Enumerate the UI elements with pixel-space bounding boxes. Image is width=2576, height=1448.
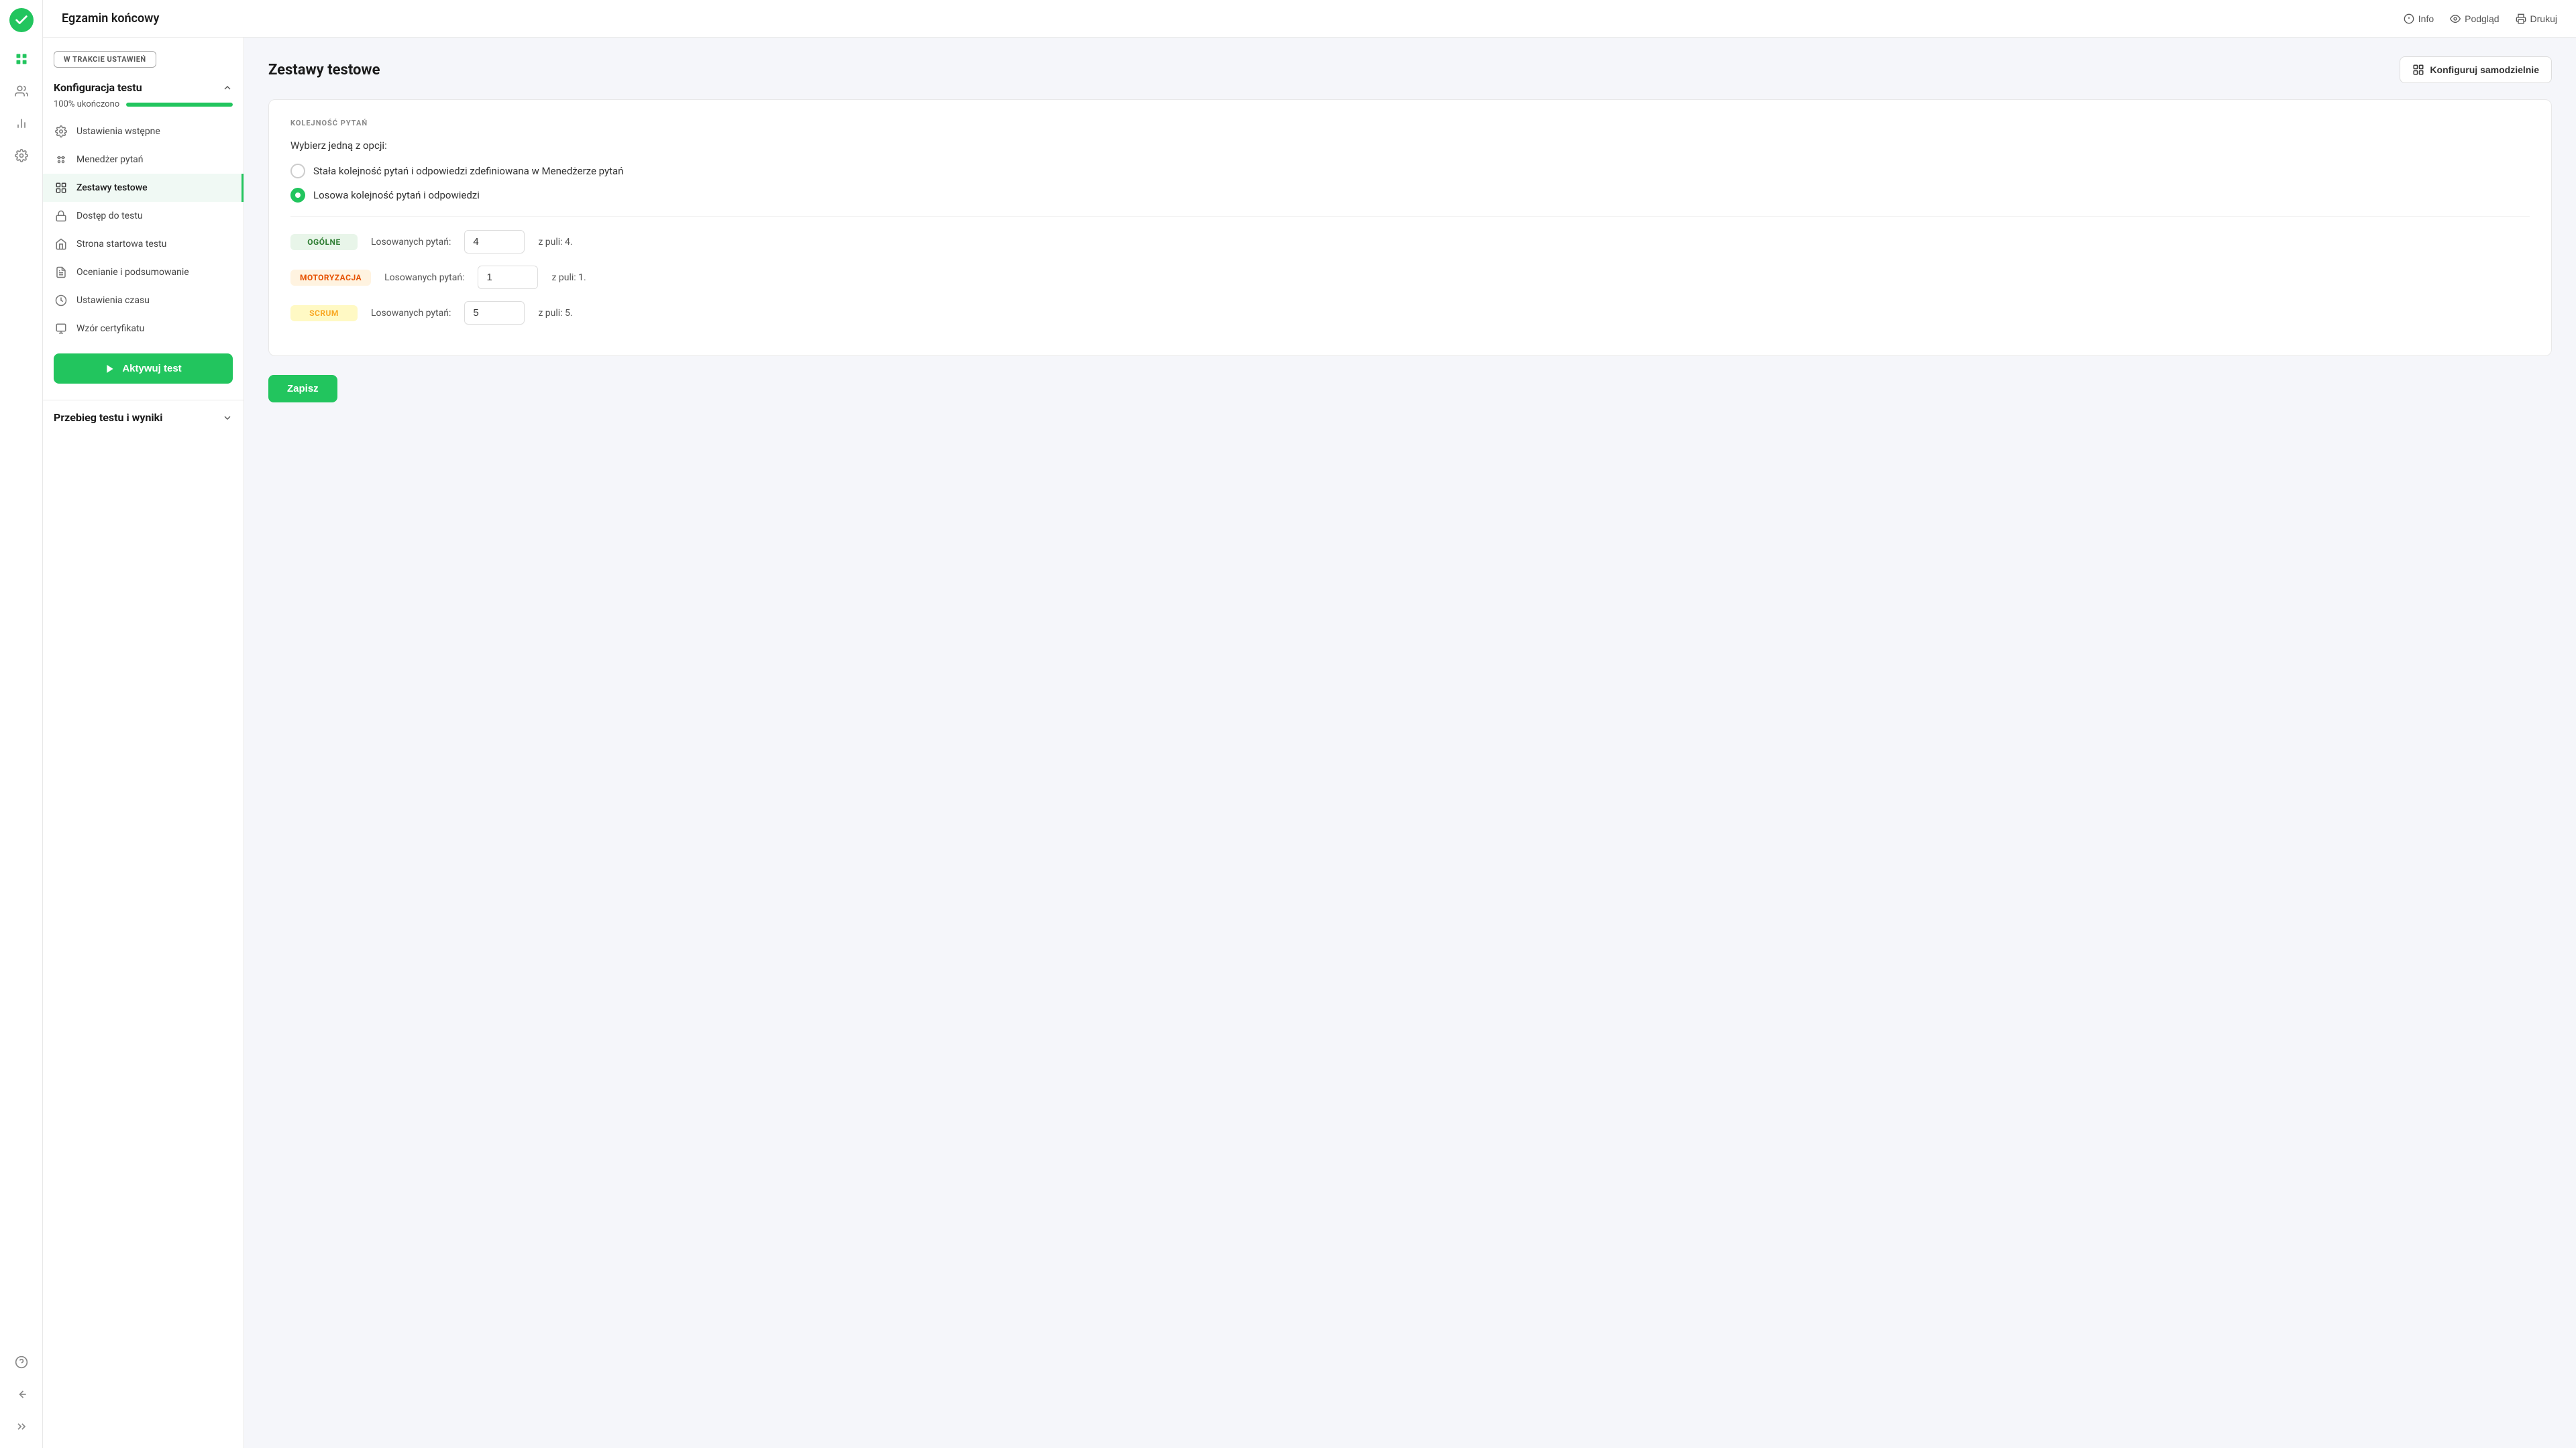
preview-btn-label: Podgląd bbox=[2465, 13, 2499, 24]
sidebar-item-wzor-certyfikatu[interactable]: Wzór certyfikatu bbox=[43, 315, 244, 343]
chevron-down-icon bbox=[222, 412, 233, 423]
choose-label: Wybierz jedną z opcji: bbox=[290, 140, 2530, 152]
chevron-up-icon bbox=[222, 82, 233, 93]
play-icon bbox=[105, 364, 115, 374]
eye-icon bbox=[2450, 13, 2461, 24]
dostep-icon bbox=[54, 209, 68, 223]
category-row-ogolne: OGÓLNE Losowanych pytań: z puli: 4. bbox=[290, 230, 2530, 254]
radio-losowa-label: Losowa kolejność pytań i odpowiedzi bbox=[313, 189, 480, 201]
rail-chart-icon[interactable] bbox=[8, 110, 35, 137]
certyfikat-icon bbox=[54, 321, 68, 336]
category-row-scrum: SCRUM Losowanych pytań: z puli: 5. bbox=[290, 301, 2530, 325]
print-btn-label: Drukuj bbox=[2530, 13, 2557, 24]
preview-button[interactable]: Podgląd bbox=[2450, 13, 2499, 24]
rail-back-icon[interactable] bbox=[8, 1381, 35, 1408]
content-area: W TRAKCIE USTAWIEŃ Konfiguracja testu 10… bbox=[43, 38, 2576, 1448]
ustawienia-icon bbox=[54, 124, 68, 139]
category-row-motoryzacja: MOTORYZACJA Losowanych pytań: z puli: 1. bbox=[290, 266, 2530, 289]
content-card: KOLEJNOŚĆ PYTAŃ Wybierz jedną z opcji: S… bbox=[268, 99, 2552, 356]
rail-grid-icon[interactable] bbox=[8, 46, 35, 72]
section-label: KOLEJNOŚĆ PYTAŃ bbox=[290, 119, 2530, 127]
rail-users-icon[interactable] bbox=[8, 78, 35, 105]
sidebar: W TRAKCIE USTAWIEŃ Konfiguracja testu 10… bbox=[43, 38, 244, 1448]
ogolne-input[interactable] bbox=[464, 230, 525, 254]
badge-scrum: SCRUM bbox=[290, 305, 358, 321]
scrum-input[interactable] bbox=[464, 301, 525, 325]
print-button[interactable]: Drukuj bbox=[2516, 13, 2557, 24]
icon-rail bbox=[0, 0, 43, 1448]
strona-label: Strona startowa testu bbox=[76, 239, 166, 249]
strona-icon bbox=[54, 237, 68, 252]
czas-icon bbox=[54, 293, 68, 308]
configure-btn-label: Konfiguruj samodzielnie bbox=[2430, 64, 2539, 75]
main-wrapper: Egzamin końcowy Info Podgląd bbox=[43, 0, 2576, 1448]
activate-btn-label: Aktywuj test bbox=[122, 363, 181, 374]
sidebar-item-dostep[interactable]: Dostęp do testu bbox=[43, 202, 244, 230]
ogolne-row-label: Losowanych pytań: bbox=[371, 237, 451, 247]
ocenianie-label: Ocenianie i podsumowanie bbox=[76, 267, 189, 278]
konfiguracja-section-header[interactable]: Konfiguracja testu bbox=[43, 76, 244, 97]
radio-stala[interactable]: Stała kolejność pytań i odpowiedzi zdefi… bbox=[290, 164, 2530, 178]
konfiguracja-title: Konfiguracja testu bbox=[54, 81, 142, 94]
activate-test-button[interactable]: Aktywuj test bbox=[54, 353, 233, 384]
badge-ogolne: OGÓLNE bbox=[290, 234, 358, 250]
info-icon bbox=[2404, 13, 2414, 24]
sidebar-item-ustawienia-czasu[interactable]: Ustawienia czasu bbox=[43, 286, 244, 315]
printer-icon bbox=[2516, 13, 2526, 24]
zestawy-icon bbox=[54, 180, 68, 195]
menedzer-icon bbox=[54, 152, 68, 167]
zestawy-label: Zestawy testowe bbox=[76, 182, 148, 193]
sidebar-item-ocenianie[interactable]: Ocenianie i podsumowanie bbox=[43, 258, 244, 286]
scrum-row-label: Losowanych pytań: bbox=[371, 308, 451, 319]
progress-bar-bg bbox=[126, 103, 233, 107]
progress-bar-fill bbox=[126, 103, 233, 107]
header-actions: Info Podgląd Drukuj bbox=[2404, 13, 2557, 24]
certyfikat-label: Wzór certyfikatu bbox=[76, 323, 144, 334]
ogolne-pool: z puli: 4. bbox=[538, 237, 572, 247]
przebieg-section-header[interactable]: Przebieg testu i wyniki bbox=[43, 400, 244, 429]
progress-row: 100% ukończono bbox=[43, 97, 244, 117]
configure-self-button[interactable]: Konfiguruj samodzielnie bbox=[2400, 56, 2552, 83]
status-badge: W TRAKCIE USTAWIEŃ bbox=[54, 51, 156, 68]
info-btn-label: Info bbox=[2418, 13, 2434, 24]
info-button[interactable]: Info bbox=[2404, 13, 2434, 24]
rail-expand-icon[interactable] bbox=[8, 1413, 35, 1440]
page-header: Zestawy testowe Konfiguruj samodzielnie bbox=[268, 56, 2552, 83]
sidebar-item-ustawienia-wstepne[interactable]: Ustawienia wstępne bbox=[43, 117, 244, 146]
czas-label: Ustawienia czasu bbox=[76, 295, 150, 306]
menedzer-label: Menedżer pytań bbox=[76, 154, 144, 165]
header-title: Egzamin końcowy bbox=[62, 11, 159, 25]
ocenianie-icon bbox=[54, 265, 68, 280]
badge-motoryzacja: MOTORYZACJA bbox=[290, 270, 371, 286]
motoryzacja-input[interactable] bbox=[478, 266, 538, 289]
radio-losowa-circle[interactable] bbox=[290, 188, 305, 203]
motoryzacja-row-label: Losowanych pytań: bbox=[384, 272, 464, 283]
progress-label: 100% ukończono bbox=[54, 99, 119, 109]
page-title: Zestawy testowe bbox=[268, 62, 380, 78]
radio-losowa[interactable]: Losowa kolejność pytań i odpowiedzi bbox=[290, 188, 2530, 203]
divider bbox=[290, 216, 2530, 217]
save-button[interactable]: Zapisz bbox=[268, 375, 337, 402]
top-header: Egzamin końcowy Info Podgląd bbox=[43, 0, 2576, 38]
app-logo[interactable] bbox=[9, 8, 34, 32]
rail-gear-icon[interactable] bbox=[8, 142, 35, 169]
przebieg-title: Przebieg testu i wyniki bbox=[54, 411, 162, 424]
configure-icon bbox=[2412, 64, 2424, 76]
main-content: Zestawy testowe Konfiguruj samodzielnie … bbox=[244, 38, 2576, 1448]
ustawienia-label: Ustawienia wstępne bbox=[76, 126, 160, 137]
radio-stala-label: Stała kolejność pytań i odpowiedzi zdefi… bbox=[313, 165, 623, 177]
radio-stala-circle[interactable] bbox=[290, 164, 305, 178]
sidebar-item-zestawy-testowe[interactable]: Zestawy testowe bbox=[43, 174, 244, 202]
rail-help-icon[interactable] bbox=[8, 1349, 35, 1376]
sidebar-item-strona-startowa[interactable]: Strona startowa testu bbox=[43, 230, 244, 258]
dostep-label: Dostęp do testu bbox=[76, 211, 143, 221]
scrum-pool: z puli: 5. bbox=[538, 308, 572, 319]
motoryzacja-pool: z puli: 1. bbox=[551, 272, 586, 283]
sidebar-item-menedzer-pytan[interactable]: Menedżer pytań bbox=[43, 146, 244, 174]
